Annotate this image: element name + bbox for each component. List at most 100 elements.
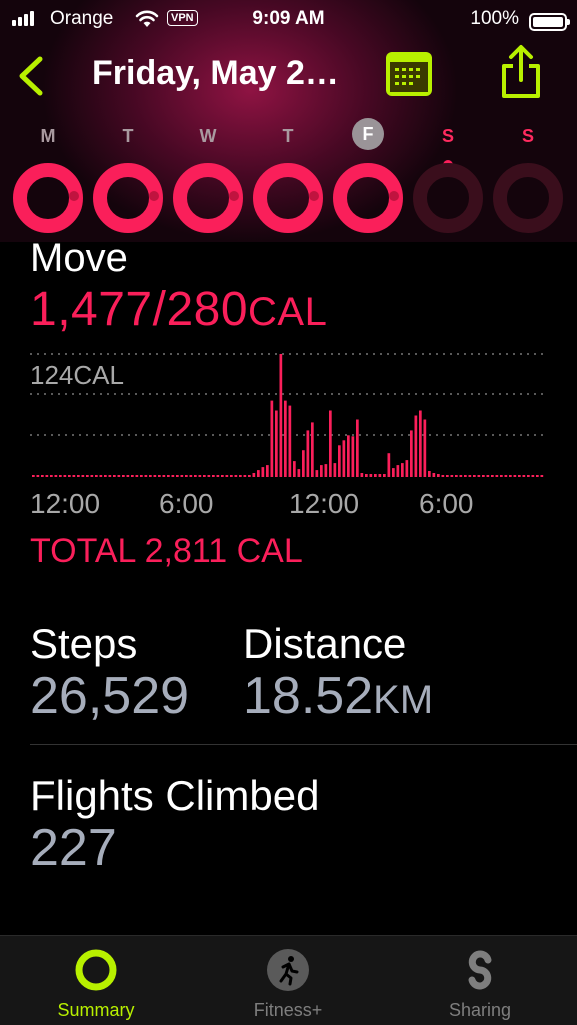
week-day-letter[interactable]: S [512, 126, 544, 147]
x-axis-label: 6:00 [419, 488, 474, 519]
day-activity-ring[interactable] [413, 163, 483, 233]
week-day-letter[interactable]: S [432, 126, 464, 147]
chart-bar [468, 475, 472, 477]
chart-bar [167, 475, 170, 477]
chart-bar [212, 475, 215, 477]
chart-bar [270, 400, 274, 477]
day-activity-ring[interactable] [173, 163, 243, 233]
week-day-letter[interactable]: T [112, 126, 144, 147]
chart-bar [153, 475, 157, 477]
chart-bar [387, 453, 391, 477]
chart-bar [522, 475, 526, 477]
flights-label: Flights Climbed [30, 772, 320, 819]
chart-bar [374, 474, 377, 477]
summary-ring-icon [75, 949, 117, 991]
chart-bar [113, 475, 116, 477]
tab-fitness-plus[interactable]: Fitness+ [192, 936, 384, 1025]
chart-bar [518, 475, 521, 477]
chart-bar [144, 475, 148, 477]
day-activity-ring[interactable] [253, 163, 323, 233]
chart-bar [441, 475, 445, 477]
chart-bar [432, 473, 436, 477]
chart-bar [360, 473, 364, 477]
day-activity-ring[interactable] [13, 163, 83, 233]
chart-bar [315, 470, 319, 477]
battery-icon [529, 13, 570, 31]
chart-bar [126, 475, 130, 477]
day-activity-ring[interactable] [493, 163, 563, 233]
chart-bar [513, 475, 517, 477]
week-activity-rings[interactable] [0, 158, 577, 238]
chart-max-label: 124CAL [30, 360, 124, 390]
chart-bar [261, 467, 265, 477]
tab-fitness-plus-label: Fitness+ [253, 1000, 323, 1020]
chart-bar [216, 475, 220, 477]
chart-bar [171, 475, 175, 477]
ring-overlap-cap [309, 191, 319, 201]
chart-bar [63, 475, 67, 477]
steps-label: Steps [30, 620, 138, 667]
share-icon[interactable] [498, 44, 544, 100]
chart-bar [243, 475, 247, 477]
divider [30, 744, 577, 745]
chart-bar [293, 461, 296, 477]
chart-bar [122, 475, 125, 477]
back-chevron-icon[interactable] [14, 55, 50, 97]
chart-bar [495, 475, 499, 477]
chart-bar [203, 475, 206, 477]
chart-bar [365, 474, 368, 477]
week-day-letter[interactable]: T [272, 126, 304, 147]
day-activity-ring[interactable] [333, 163, 403, 233]
chart-bar [68, 475, 71, 477]
chart-bar [356, 419, 359, 477]
chart-bar [378, 474, 382, 477]
distance-unit: KM [373, 678, 434, 722]
ring-overlap-cap [149, 191, 159, 201]
chart-bar [185, 475, 188, 477]
chart-bar [311, 422, 314, 477]
day-activity-ring[interactable] [93, 163, 163, 233]
chart-bar [72, 475, 76, 477]
chart-bar [414, 415, 418, 477]
chart-bar [401, 463, 404, 477]
chart-bar [149, 475, 152, 477]
chart-bar [351, 436, 355, 477]
chart-bar [77, 475, 80, 477]
chart-bar [108, 475, 112, 477]
chart-bar [266, 465, 269, 477]
chart-bar [459, 475, 463, 477]
chart-bar [117, 475, 121, 477]
week-day-letter[interactable]: W [192, 126, 224, 147]
chart-bar [252, 473, 256, 477]
chart-bar [189, 475, 193, 477]
chart-bar [527, 475, 530, 477]
chart-bar [482, 475, 485, 477]
chart-bar [221, 475, 224, 477]
chart-bar [225, 475, 229, 477]
chart-bar [324, 464, 328, 477]
distance-value: 18.52KM [243, 667, 434, 725]
chart-bar [297, 469, 301, 477]
chart-bar [419, 410, 422, 477]
tab-summary[interactable]: Summary [0, 936, 192, 1025]
chart-bar [342, 440, 346, 477]
week-day-letter[interactable]: M [32, 126, 64, 147]
week-day-letter[interactable]: F [352, 118, 384, 150]
chart-bar [135, 475, 139, 477]
chart-bar [275, 410, 278, 477]
chart-bar [86, 475, 89, 477]
chart-bar [257, 470, 260, 477]
calendar-icon[interactable] [384, 50, 434, 98]
ring-overlap-cap [69, 191, 79, 201]
chart-bar [158, 475, 161, 477]
tab-sharing[interactable]: Sharing [384, 936, 576, 1025]
chart-bar [369, 474, 373, 477]
distance-label: Distance [243, 620, 407, 667]
chart-bar [45, 475, 49, 477]
x-axis-label: 12:00 [289, 488, 360, 519]
chart-bar [504, 475, 508, 477]
move-title: Move [30, 236, 128, 280]
chart-bar [392, 468, 395, 477]
tab-bar: Summary Fitness+ Sharing [0, 935, 577, 1025]
chart-bar [194, 475, 197, 477]
